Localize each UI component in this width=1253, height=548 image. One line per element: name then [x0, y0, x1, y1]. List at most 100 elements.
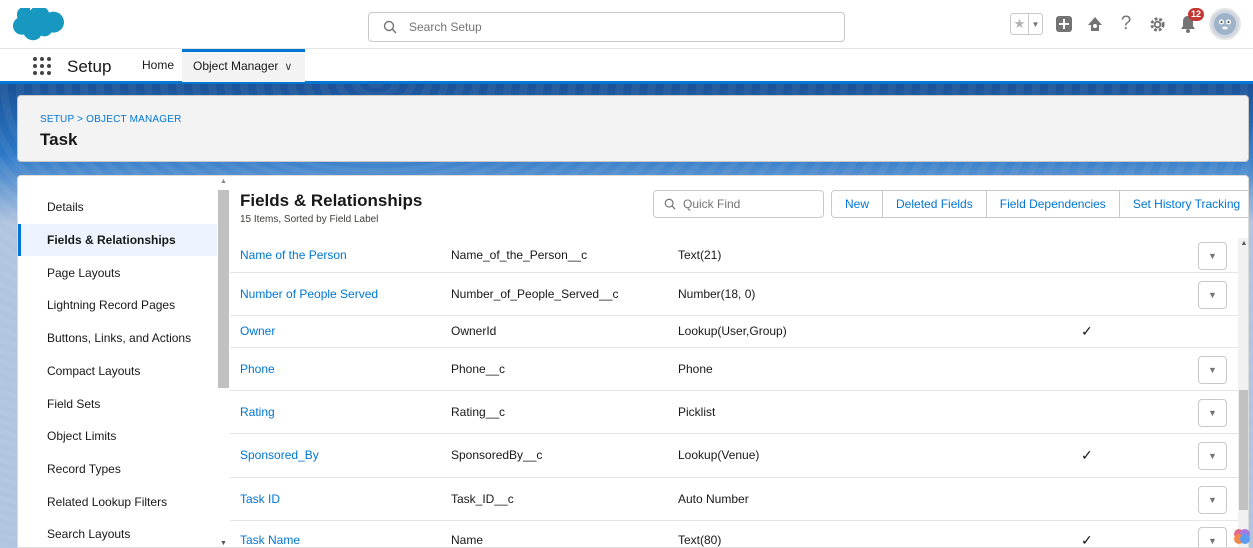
table-row: Rating Rating__c Picklist ▼: [230, 391, 1238, 434]
sidebar-scrollbar[interactable]: ▲ ▼: [217, 176, 230, 547]
field-data-type: Number(18, 0): [678, 287, 756, 301]
field-dependencies-button[interactable]: Field Dependencies: [985, 191, 1119, 217]
favorites-star-icon[interactable]: ★: [1011, 14, 1028, 34]
global-search-input[interactable]: Search Setup: [368, 12, 845, 42]
field-api-name: Name: [451, 533, 484, 547]
field-api-name: SponsoredBy__c: [451, 448, 543, 462]
field-label-link[interactable]: Rating: [240, 405, 275, 419]
sidebar-item-fields-relationships[interactable]: Fields & Relationships: [18, 224, 217, 256]
field-data-type: Lookup(Venue): [678, 448, 760, 462]
sidebar-item-search-layouts[interactable]: Search Layouts: [18, 518, 217, 547]
sidebar-item-page-layouts[interactable]: Page Layouts: [18, 257, 217, 289]
row-actions-dropdown-icon[interactable]: ▼: [1198, 527, 1227, 547]
scroll-up-arrow-icon[interactable]: ▲: [1238, 240, 1248, 247]
row-actions-dropdown-icon[interactable]: ▼: [1198, 442, 1227, 470]
nav-tab-home[interactable]: Home: [131, 49, 185, 82]
table-row: Task Name Name Text(80) ✓ ▼: [230, 521, 1238, 548]
table-row: Sponsored_By SponsoredBy__c Lookup(Venue) ✓…: [230, 434, 1238, 478]
field-data-type: Phone: [678, 362, 713, 376]
table-row: Phone Phone__c Phone ▼: [230, 348, 1238, 391]
field-data-type: Lookup(User,Group): [678, 324, 787, 338]
field-label-link[interactable]: Task Name: [240, 533, 300, 547]
fields-relationships-panel: Fields & Relationships 15 Items, Sorted …: [230, 176, 1248, 548]
assistant-brain-icon[interactable]: [1233, 527, 1251, 545]
search-placeholder: Search Setup: [409, 20, 482, 34]
field-label-link[interactable]: Name of the Person: [240, 248, 347, 262]
object-manager-card: Details Fields & Relationships Page Layo…: [17, 175, 1249, 548]
section-subtitle: 15 Items, Sorted by Field Label: [240, 214, 379, 225]
field-label-link[interactable]: Number of People Served: [240, 287, 378, 301]
sidebar-item-lightning-record-pages[interactable]: Lightning Record Pages: [18, 289, 217, 321]
field-label-link[interactable]: Sponsored_By: [240, 448, 319, 462]
global-header: Search Setup ★ ▼ ? 12: [0, 0, 1253, 48]
table-row: Owner OwnerId Lookup(User,Group) ✓: [230, 316, 1238, 348]
page-title: Task: [40, 130, 78, 149]
field-api-name: Name_of_the_Person__c: [451, 248, 588, 262]
context-bar: Setup Home Object Manager ∨: [0, 48, 1253, 84]
table-row: Task ID Task_ID__c Auto Number ▼: [230, 478, 1238, 521]
field-label-link[interactable]: Phone: [240, 362, 275, 376]
favorites-dropdown-icon[interactable]: ▼: [1028, 14, 1042, 34]
app-launcher-icon[interactable]: [33, 57, 51, 75]
field-label-link[interactable]: Owner: [240, 324, 275, 338]
trailhead-icon[interactable]: [1085, 14, 1105, 34]
notification-count-badge: 12: [1187, 8, 1204, 21]
object-sidebar: Details Fields & Relationships Page Layo…: [18, 176, 217, 547]
sidebar-item-details[interactable]: Details: [18, 191, 217, 223]
row-actions-dropdown-icon[interactable]: ▼: [1198, 242, 1227, 270]
scrollbar-thumb[interactable]: [1239, 390, 1248, 510]
sidebar-item-related-lookup-filters[interactable]: Related Lookup Filters: [18, 486, 217, 518]
favorites-control[interactable]: ★ ▼: [1010, 13, 1043, 35]
indexed-checkmark-icon: ✓: [1081, 447, 1093, 463]
search-icon: [664, 198, 676, 210]
search-icon: [383, 20, 397, 34]
field-data-type: Auto Number: [678, 492, 749, 506]
user-avatar[interactable]: [1209, 8, 1241, 40]
chevron-down-icon[interactable]: ∨: [284, 61, 292, 73]
scroll-down-arrow-icon[interactable]: ▼: [217, 540, 230, 547]
setup-gear-icon[interactable]: [1147, 14, 1167, 34]
row-actions-dropdown-icon[interactable]: ▼: [1198, 356, 1227, 384]
notifications-bell-icon[interactable]: 12: [1178, 8, 1204, 34]
new-button[interactable]: New: [832, 191, 883, 217]
table-row: Number of People Served Number_of_People_…: [230, 273, 1238, 316]
help-icon[interactable]: ?: [1116, 13, 1136, 34]
field-api-name: Task_ID__c: [451, 492, 514, 506]
field-api-name: OwnerId: [451, 324, 497, 338]
quick-find-placeholder: Quick Find: [683, 197, 741, 211]
sidebar-item-compact-layouts[interactable]: Compact Layouts: [18, 355, 217, 387]
sidebar-item-field-sets[interactable]: Field Sets: [18, 388, 217, 420]
table-scrollbar[interactable]: ▲: [1238, 238, 1248, 547]
scrollbar-thumb[interactable]: [218, 190, 229, 388]
field-label-link[interactable]: Task ID: [240, 492, 280, 506]
app-name: Setup: [67, 57, 112, 76]
field-api-name: Number_of_People_Served__c: [451, 287, 619, 301]
header-icons: ★ ▼ ? 12: [1010, 8, 1241, 40]
nav-tab-object-manager[interactable]: Object Manager ∨: [182, 49, 306, 82]
salesforce-logo-icon[interactable]: [8, 8, 72, 42]
row-actions-dropdown-icon[interactable]: ▼: [1198, 399, 1227, 427]
breadcrumb[interactable]: SETUP > OBJECT MANAGER: [40, 114, 182, 125]
scroll-up-arrow-icon[interactable]: ▲: [217, 178, 230, 185]
indexed-checkmark-icon: ✓: [1081, 323, 1093, 339]
field-data-type: Picklist: [678, 405, 716, 419]
sidebar-item-buttons-links-actions[interactable]: Buttons, Links, and Actions: [18, 322, 217, 354]
page-header: SETUP > OBJECT MANAGER Task: [17, 95, 1249, 162]
deleted-fields-button[interactable]: Deleted Fields: [882, 191, 986, 217]
nav-tab-object-manager-label: Object Manager: [193, 59, 279, 73]
action-button-group: New Deleted Fields Field Dependencies Se…: [831, 190, 1248, 218]
quick-find-input[interactable]: Quick Find: [653, 190, 824, 218]
indexed-checkmark-icon: ✓: [1081, 532, 1093, 548]
global-actions-add-icon[interactable]: [1054, 14, 1074, 34]
set-history-tracking-button[interactable]: Set History Tracking: [1118, 191, 1248, 217]
field-data-type: Text(80): [678, 533, 722, 547]
section-title: Fields & Relationships: [240, 191, 423, 210]
table-row: Name of the Person Name_of_the_Person__c T…: [230, 238, 1238, 273]
field-api-name: Phone__c: [451, 362, 506, 376]
row-actions-dropdown-icon[interactable]: ▼: [1198, 486, 1227, 514]
sidebar-item-record-types[interactable]: Record Types: [18, 453, 217, 485]
row-actions-dropdown-icon[interactable]: ▼: [1198, 281, 1227, 309]
field-data-type: Text(21): [678, 248, 722, 262]
sidebar-item-object-limits[interactable]: Object Limits: [18, 420, 217, 452]
field-api-name: Rating__c: [451, 405, 506, 419]
